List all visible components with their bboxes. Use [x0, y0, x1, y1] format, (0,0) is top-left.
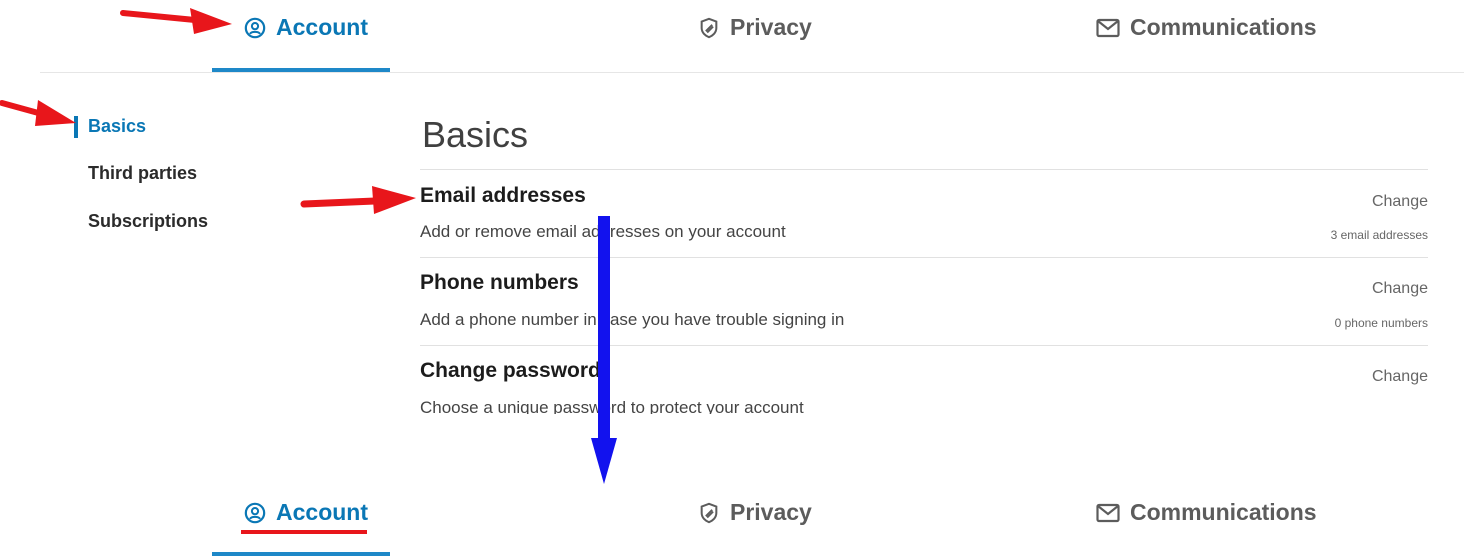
- annotation-overlay: [0, 8, 617, 534]
- red-arrow-icon: [0, 100, 76, 126]
- blue-arrow-icon: [591, 216, 617, 484]
- red-arrow-icon: [120, 8, 232, 34]
- red-arrow-icon: [300, 186, 416, 214]
- red-underline: [241, 530, 367, 534]
